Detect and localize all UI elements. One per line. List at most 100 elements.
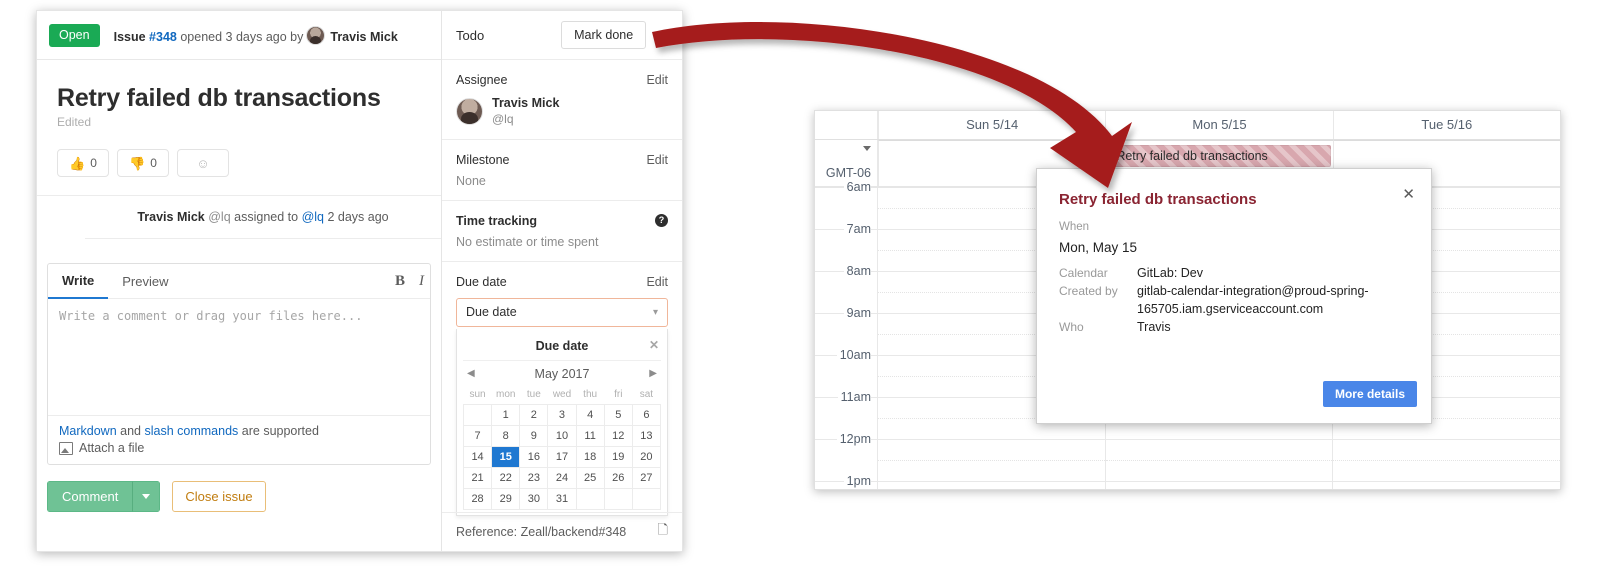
- copy-icon[interactable]: 🗋: [658, 521, 668, 543]
- assignee-user[interactable]: Travis Mick @lq: [456, 96, 668, 127]
- footer-supported: are supported: [241, 424, 319, 438]
- calendar-week-row: 7 8 9 10 11 12 13: [462, 424, 662, 447]
- calendar-day[interactable]: 20: [631, 445, 662, 468]
- calendar-day[interactable]: 1: [491, 403, 521, 426]
- calendar-day[interactable]: 9: [519, 424, 549, 447]
- award-thumbs-up[interactable]: 👍 0: [57, 149, 109, 177]
- sidebar-time-tracking-block: Time tracking ? No estimate or time spen…: [442, 201, 682, 262]
- thumbs-down-icon: 👎: [129, 155, 146, 171]
- calendar-day[interactable]: 8: [491, 424, 521, 447]
- calendar-day[interactable]: 17: [547, 445, 577, 468]
- calendar-day-label: Sun 5/14: [878, 111, 1105, 139]
- close-icon[interactable]: ✕: [649, 338, 659, 352]
- calendar-day[interactable]: 4: [575, 403, 605, 426]
- calendar-day[interactable]: 22: [491, 466, 521, 489]
- issue-opened-text: opened 3 days ago by: [180, 29, 304, 44]
- prev-month-button[interactable]: ◀: [467, 368, 475, 379]
- calendar-day[interactable]: 3: [547, 403, 577, 426]
- chevron-down-icon[interactable]: [863, 146, 871, 151]
- calendar-day[interactable]: 19: [603, 445, 633, 468]
- calendar-day[interactable]: 24: [547, 466, 577, 489]
- calendar-event-chip[interactable]: Retry failed db transactions: [1108, 145, 1331, 167]
- help-icon[interactable]: ?: [655, 214, 668, 228]
- due-date-edit-button[interactable]: Edit: [646, 275, 668, 289]
- event-detail-row: Who Travis: [1059, 318, 1409, 336]
- calendar-day[interactable]: 18: [575, 445, 605, 468]
- calendar-day[interactable]: 23: [519, 466, 549, 489]
- tab-write[interactable]: Write: [48, 264, 109, 299]
- calendar-day[interactable]: 31: [547, 487, 577, 510]
- hour-label: 9am: [843, 306, 871, 320]
- calendar-day[interactable]: [575, 487, 605, 510]
- timezone-label: GMT-06: [825, 166, 871, 180]
- markdown-link[interactable]: Markdown: [59, 424, 117, 438]
- calendar-day-header: Sun 5/14 Mon 5/15 Tue 5/16: [815, 111, 1560, 140]
- hour-slot: [1105, 439, 1333, 481]
- calendar-day[interactable]: 6: [631, 403, 662, 426]
- issue-author[interactable]: Travis Mick: [330, 30, 397, 44]
- slash-commands-link[interactable]: slash commands: [145, 424, 239, 438]
- due-date-header: Due date Edit: [456, 275, 668, 289]
- calendar-day[interactable]: 16: [519, 445, 549, 468]
- calendar-day[interactable]: [603, 487, 633, 510]
- calendar-day[interactable]: 13: [631, 424, 662, 447]
- image-icon: [59, 441, 73, 455]
- calendar-day[interactable]: 30: [519, 487, 549, 510]
- calendar-day-selected[interactable]: 15: [491, 445, 521, 468]
- issue-meta: Issue #348 opened 3 days ago by Travis Mi…: [114, 25, 398, 45]
- calendar-day[interactable]: 5: [603, 403, 633, 426]
- calendar-day[interactable]: 21: [462, 466, 493, 489]
- issue-header: Open Issue #348 opened 3 days ago by Trav…: [37, 11, 441, 60]
- calendar-day[interactable]: [462, 403, 493, 426]
- comment-input[interactable]: Write a comment or drag your files here.…: [48, 299, 430, 415]
- issue-number-link[interactable]: #348: [149, 30, 177, 44]
- award-emoji-row: 👍 0 👎 0 ☺: [57, 149, 421, 177]
- weekday-header: tue: [519, 386, 548, 405]
- event-when-label: When: [1059, 221, 1090, 233]
- italic-icon[interactable]: I: [419, 273, 424, 290]
- comment-button[interactable]: Comment: [47, 481, 133, 512]
- system-note-actor[interactable]: Travis Mick: [137, 210, 204, 224]
- comment-dropdown-toggle[interactable]: [132, 481, 161, 512]
- calendar-day[interactable]: 7: [462, 424, 493, 447]
- milestone-edit-button[interactable]: Edit: [646, 153, 668, 167]
- calendar-day[interactable]: 12: [603, 424, 633, 447]
- issue-main-column: Open Issue #348 opened 3 days ago by Trav…: [37, 11, 442, 551]
- collapse-sidebar-icon[interactable]: »: [660, 28, 668, 42]
- date-picker-title-text: Due date: [535, 338, 589, 353]
- assignee-edit-button[interactable]: Edit: [646, 73, 668, 87]
- add-reaction-button[interactable]: ☺: [177, 149, 229, 177]
- detail-value: GitLab: Dev: [1137, 266, 1204, 280]
- todo-bar: Todo Mark done »: [442, 11, 682, 60]
- calendar-day[interactable]: 29: [491, 487, 521, 510]
- close-issue-button[interactable]: Close issue: [172, 481, 266, 512]
- calendar-day[interactable]: 11: [575, 424, 605, 447]
- due-date-select[interactable]: Due date ▾: [456, 297, 668, 327]
- calendar-day[interactable]: 2: [519, 403, 549, 426]
- close-icon[interactable]: ✕: [1402, 187, 1415, 202]
- calendar-day[interactable]: 25: [575, 466, 605, 489]
- due-date-label: Due date: [456, 274, 507, 289]
- attach-file-button[interactable]: Attach a file: [59, 441, 419, 455]
- tab-preview[interactable]: Preview: [108, 265, 182, 298]
- more-details-button[interactable]: More details: [1322, 381, 1417, 407]
- system-note-handle: @lq: [208, 210, 231, 224]
- next-month-button[interactable]: ▶: [649, 368, 657, 379]
- calendar-day-label: Tue 5/16: [1332, 111, 1560, 139]
- mark-done-button[interactable]: Mark done: [561, 21, 647, 49]
- event-popup-title: Retry failed db transactions: [1059, 191, 1257, 208]
- smiley-icon: ☺: [196, 155, 210, 171]
- hour-label: 10am: [836, 348, 871, 362]
- calendar-day[interactable]: 10: [547, 424, 577, 447]
- bold-icon[interactable]: B: [395, 273, 405, 290]
- award-count: 0: [90, 156, 97, 170]
- calendar-day[interactable]: 28: [462, 487, 493, 510]
- calendar-day[interactable]: 26: [603, 466, 633, 489]
- award-thumbs-down[interactable]: 👎 0: [117, 149, 169, 177]
- calendar-day[interactable]: 14: [462, 445, 493, 468]
- detail-value: gitlab-calendar-integration@proud-spring…: [1137, 284, 1369, 316]
- calendar-day[interactable]: 27: [631, 466, 662, 489]
- milestone-label: Milestone: [456, 152, 510, 167]
- system-note-target[interactable]: @lq: [302, 210, 324, 224]
- calendar-day[interactable]: [631, 487, 662, 510]
